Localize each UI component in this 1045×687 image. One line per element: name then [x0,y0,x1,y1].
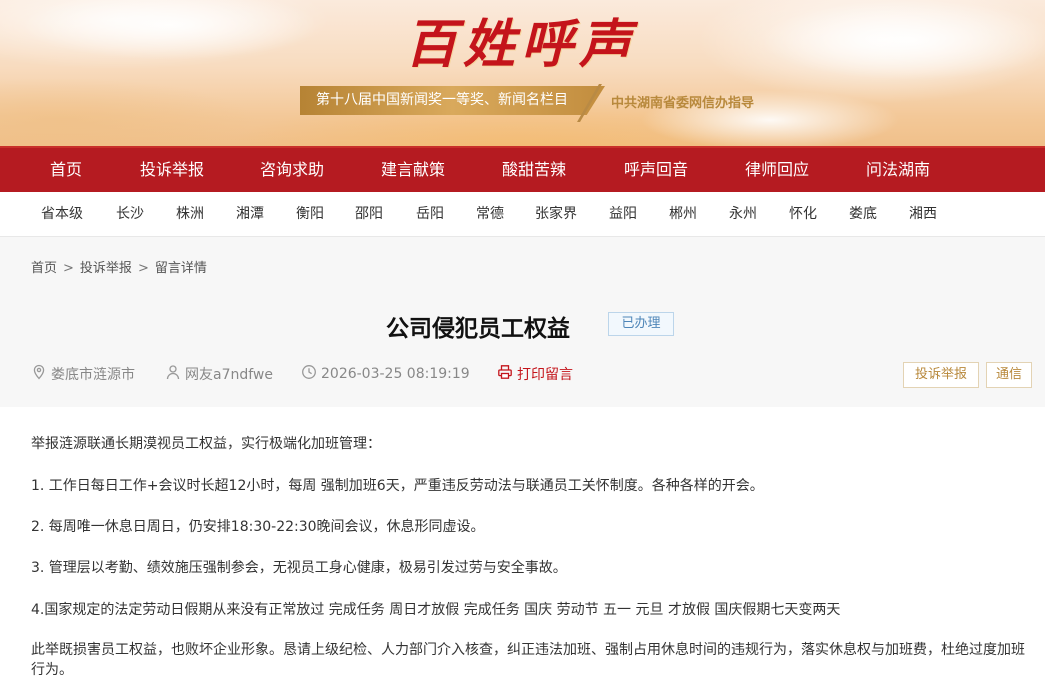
meta-user: 网友a7ndfwe [165,364,273,384]
main-nav-lawyer[interactable]: 律师回应 [745,148,809,192]
printer-icon [497,364,517,384]
content-paragraph: 4.国家规定的法定劳动日假期从来没有正常放过 完成任务 周日才放假 完成任务 国… [31,602,841,618]
main-nav-law-hunan[interactable]: 问法湖南 [866,148,930,192]
meta-location: 娄底市涟源市 [31,364,135,384]
region-yueyang[interactable]: 岳阳 [416,192,444,237]
region-provincial[interactable]: 省本级 [41,192,83,237]
main-nav-home[interactable]: 首页 [50,148,82,192]
breadcrumb-separator: > [63,261,74,276]
location-icon [31,364,51,384]
print-message-button[interactable]: 打印留言 [497,364,573,384]
breadcrumb-separator: > [137,261,149,276]
site-banner: 百姓呼声 第十八届中国新闻奖一等奖、新闻名栏目 中共湖南省委网信办指导 [0,0,1045,146]
user-icon [165,364,185,384]
award-strip: 第十八届中国新闻奖一等奖、新闻名栏目 [300,86,605,115]
content-paragraph: 2. 每周唯一休息日周日，仍安排18:30-22:30晚间会议，休息形同虚设。 [31,519,485,535]
region-yiyang[interactable]: 益阳 [609,192,637,237]
region-xiangxi[interactable]: 湘西 [909,192,937,237]
meta-location-text: 娄底市涟源市 [51,367,135,383]
region-changde[interactable]: 常德 [476,192,504,237]
content-paragraph: 此举既损害员工权益，也败坏企业形象。恳请上级纪检、人力部门介入核查，纠正违法加班… [31,642,1025,678]
message-header: 首页 > 投诉举报 > 留言详情 公司侵犯员工权益 已办理 娄底市涟源市 网友a7ndf… [0,237,1045,407]
clock-icon [301,364,321,384]
main-nav-consult[interactable]: 咨询求助 [260,148,324,192]
region-changsha[interactable]: 长沙 [116,192,144,237]
category-tag-button[interactable]: 投诉举报 [903,362,979,388]
print-message-label: 打印留言 [517,367,573,383]
region-zhangjiajie[interactable]: 张家界 [535,192,577,237]
region-nav: 省本级 长沙 株洲 湘潭 衡阳 邵阳 岳阳 常德 张家界 益阳 郴州 永州 怀化… [0,192,1045,237]
breadcrumb-detail[interactable]: 留言详情 [155,261,207,276]
region-chenzhou[interactable]: 郴州 [669,192,697,237]
meta-time: 2026-03-25 08:19:19 [301,364,470,384]
breadcrumb: 首页 > 投诉举报 > 留言详情 [31,257,207,276]
banner-cloud [760,0,1045,80]
main-nav-complaint[interactable]: 投诉举报 [140,148,204,192]
status-badge: 已办理 [608,312,674,336]
region-yongzhou[interactable]: 永州 [729,192,757,237]
meta-time-text: 2026-03-25 08:19:19 [321,366,470,382]
meta-user-text: 网友a7ndfwe [185,367,273,383]
main-nav: 首页 投诉举报 咨询求助 建言献策 酸甜苦辣 呼声回音 律师回应 问法湖南 [0,146,1045,192]
main-nav-life[interactable]: 酸甜苦辣 [502,148,566,192]
content-paragraph: 举报涟源联通长期漠视员工权益，实行极端化加班管理： [31,436,381,452]
breadcrumb-home[interactable]: 首页 [31,261,57,276]
type-tag-button[interactable]: 通信 [986,362,1032,388]
region-shaoyang[interactable]: 邵阳 [355,192,383,237]
site-logo-title: 百姓呼声 [405,14,638,75]
region-loudi[interactable]: 娄底 [849,192,877,237]
main-nav-suggestion[interactable]: 建言献策 [381,148,445,192]
region-huaihua[interactable]: 怀化 [789,192,817,237]
region-hengyang[interactable]: 衡阳 [296,192,324,237]
guide-text: 中共湖南省委网信办指导 [611,96,755,111]
content-paragraph: 3. 管理层以考勤、绩效施压强制参会，无视员工身心健康，极易引发过劳与安全事故。 [31,560,567,576]
content-paragraph: 1. 工作日每日工作+会议时长超12小时，每周 强制加班6天，严重违反劳动法与联… [31,478,764,494]
breadcrumb-complaint[interactable]: 投诉举报 [80,261,132,276]
banner-cloud [20,0,320,60]
main-nav-echo[interactable]: 呼声回音 [624,148,688,192]
region-zhuzhou[interactable]: 株洲 [176,192,204,237]
message-title: 公司侵犯员工权益 [386,316,570,342]
region-xiangtan[interactable]: 湘潭 [236,192,264,237]
